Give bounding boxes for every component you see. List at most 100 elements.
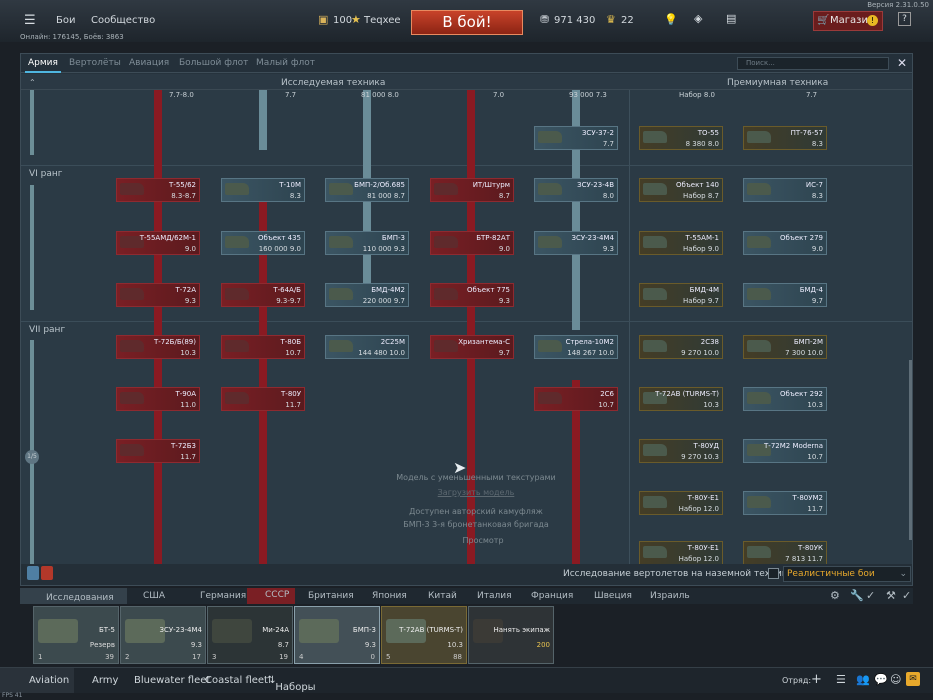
vehicle-card[interactable]: ТО-55 8 380 8.0 [639,126,723,150]
to-battle-button[interactable]: В бой! [411,10,523,35]
crew-slot[interactable]: Ми-24А 8.7 3 19 [207,606,293,664]
decals-icon[interactable]: ◈ [694,12,702,25]
vehicle-card[interactable]: ПТ-76-57 8.3 [743,126,827,150]
vehicle-card[interactable]: Т-80УК 7 813 11.7 [743,541,827,564]
tab-big-fleet[interactable]: Большой флот [179,58,248,68]
mail-icon[interactable]: ✉ [906,672,920,686]
vehicle-card[interactable]: БМП-3 110 000 9.3 [325,231,409,255]
vehicle-icon [120,340,144,352]
chat-icon[interactable]: 💬 [874,673,888,686]
settings-gear-icon[interactable]: ⚙ [830,589,840,602]
vehicle-card[interactable]: Т-55АМД/62М-1 9.0 [116,231,200,255]
crew-slot[interactable]: БТ-5 Резерв 1 39 [33,606,119,664]
vehicle-card[interactable]: Т-72Б/Б(89) 10.3 [116,335,200,359]
vehicle-card[interactable]: Объект 140 Набор 8.7 [639,178,723,202]
vehicle-card[interactable]: БМД-4М2 220 000 9.7 [325,283,409,307]
vehicle-card[interactable]: Т-10М 8.3 [221,178,305,202]
add-squad-icon[interactable]: + [811,672,822,687]
vehicle-card[interactable]: БМД-4М Набор 9.7 [639,283,723,307]
vehicle-card[interactable]: ИТ/Штурм 8.7 [430,178,514,202]
vehicle-card[interactable]: ИС-7 8.3 [743,178,827,202]
nation-germany[interactable]: Германия [200,591,246,601]
research-dropdown[interactable]: Исследования [20,588,127,604]
heli-research-checkbox[interactable] [768,568,779,579]
crew-slot-selected[interactable]: БМП-3 9.3 4 0 [294,606,380,664]
nation-china[interactable]: Китай [428,591,457,601]
vehicle-card[interactable]: 2С25М 144 480 10.0 [325,335,409,359]
footer-army[interactable]: Army [92,675,118,686]
nation-usa[interactable]: США [143,591,165,601]
vehicle-card[interactable]: Т-80У-Е1 Набор 12.0 [639,491,723,515]
help-icon[interactable]: ? [898,12,911,26]
preview-button[interactable]: Просмотр [333,536,633,545]
friends-icon[interactable]: 👥 [856,673,870,686]
vehicle-card[interactable]: Объект 279 9.0 [743,231,827,255]
collapse-up-icon[interactable]: ⌃ [29,78,36,87]
footer-bluewater-fleet[interactable]: Bluewater fleet [134,675,210,686]
nation-sweden[interactable]: Швеция [594,591,632,601]
vehicle-card[interactable]: Т-80У 11.7 [221,387,305,411]
footer-aviation[interactable]: Aviation [0,668,74,693]
nation-italy[interactable]: Италия [477,591,512,601]
vehicle-card[interactable]: Объект 292 10.3 [743,387,827,411]
vehicle-card[interactable]: Т-72М2 Moderna 10.7 [743,439,827,463]
vehicle-card[interactable]: Объект 775 9.3 [430,283,514,307]
nation-france[interactable]: Франция [531,591,573,601]
vehicle-card[interactable]: БТР-82АТ 9.0 [430,231,514,255]
nation-britain[interactable]: Британия [308,591,354,601]
vehicle-card[interactable]: 2С38 9 270 10.0 [639,335,723,359]
lightbulb-icon[interactable]: 💡 [664,13,678,26]
vehicle-card[interactable]: Т-80У-Е1 Набор 12.0 [639,541,723,564]
footer-sets[interactable]: ⇅ Наборы [267,675,316,693]
vehicle-card[interactable]: Объект 435 160 000 9.0 [221,231,305,255]
tab-small-fleet[interactable]: Малый флот [256,58,315,68]
vehicle-card[interactable]: Т-80Б 10.7 [221,335,305,359]
wrench-icon[interactable]: 🔧 [850,589,864,602]
vehicle-card[interactable]: ЗСУ-37-2 7.7 [534,126,618,150]
vehicle-card[interactable]: БМП-2М 7 300 10.0 [743,335,827,359]
vehicle-card[interactable]: Хризантема-С 9.7 [430,335,514,359]
crew-slot[interactable]: ЗСУ-23-4М4 9.3 2 17 [120,606,206,664]
vehicle-card[interactable]: ЗСУ-23-4В 8.0 [534,178,618,202]
nation-japan[interactable]: Япония [372,591,407,601]
footer-coastal-fleet[interactable]: Coastal fleet [205,675,268,686]
battles-menu[interactable]: Бои [56,15,75,26]
notifications-icon[interactable]: ☺ [890,673,901,686]
vehicle-card[interactable]: Т-55/62 8.3-8.7 [116,178,200,202]
vehicle-card[interactable]: Т-80УМ2 11.7 [743,491,827,515]
vehicle-card[interactable]: Стрела-10М2 148 267 10.0 [534,335,618,359]
vehicle-card[interactable]: БМП-2/Об.685 81 000 8.7 [325,178,409,202]
scrollbar[interactable] [909,360,912,540]
vehicle-name: БМП-3 [381,234,405,242]
vehicle-card[interactable]: БМД-4 9.7 [743,283,827,307]
coupon-icon[interactable]: ▤ [726,12,736,25]
hire-crew-slot[interactable]: Нанять экипаж 200 [468,606,554,664]
vehicle-card[interactable]: Т-55АМ-1 Набор 9.0 [639,231,723,255]
vehicle-card[interactable]: Т-80УД 9 270 10.3 [639,439,723,463]
community-menu[interactable]: Сообщество [91,15,155,26]
nation-ussr[interactable]: СССР [247,588,296,604]
vehicle-card[interactable]: Т-64А/Б 9.3-9.7 [221,283,305,307]
close-icon[interactable]: ✕ [897,56,907,70]
tab-aviation[interactable]: Авиация [129,58,169,68]
list-icon[interactable]: ☰ [836,673,846,686]
check-icon[interactable]: ✓ [866,589,875,602]
nation-israel[interactable]: Израиль [650,591,690,601]
tab-helicopters[interactable]: Вертолёты [69,58,121,68]
game-mode-select[interactable]: Реалистичные бои ⌄ [783,566,911,582]
menu-icon[interactable]: ☰ [24,13,36,28]
load-model-link[interactable]: Загрузить модель [326,488,626,497]
search-input[interactable]: Поиск... [737,57,889,70]
vehicle-card[interactable]: Т-72А 9.3 [116,283,200,307]
vehicle-card[interactable]: ЗСУ-23-4М4 9.3 [534,231,618,255]
tab-army[interactable]: Армия [28,58,58,68]
vehicle-card[interactable]: Т-72АВ (TURMS-T) 10.3 [639,387,723,411]
vehicle-card[interactable]: 2С6 10.7 [534,387,618,411]
check-all-icon[interactable]: ✓ [902,589,911,602]
vehicle-card[interactable]: Т-72Б3 11.7 [116,439,200,463]
vehicle-card[interactable]: Т-90А 11.0 [116,387,200,411]
repair-icon[interactable]: ⚒ [886,589,896,602]
crew-slot[interactable]: Т-72АВ (TURMS-T) 10.3 5 88 [381,606,467,664]
shop-button[interactable]: 🛒 Магазин ! [813,11,883,31]
hire-crew-label: Нанять экипаж [493,626,550,634]
